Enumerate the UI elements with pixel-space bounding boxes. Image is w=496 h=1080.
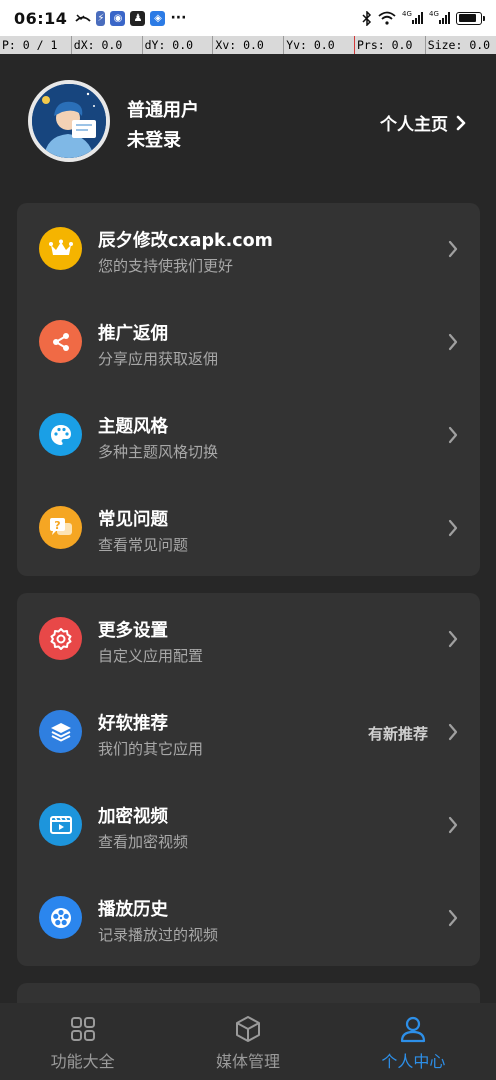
browser-icon: ◉ [110,10,126,26]
chevron-right-icon [456,115,466,130]
chevron-right-icon [448,519,458,537]
menu-card-2: 更多设置 自定义应用配置 好软推荐 我们的其它应用 有新推荐 加密视频 查看加密… [17,593,480,966]
pointer-cell: dX: 0.0 [70,36,142,54]
tab-label: 功能大全 [50,1052,115,1071]
menu-item-title: 好软推荐 [98,714,168,734]
status-left-icons: ⚡ ◉ ♟ ◈ ··· [75,10,186,26]
menu-item-faq[interactable]: ? 常见问题 查看常见问题 [17,482,480,575]
crown-icon [39,227,82,270]
chevron-right-icon [448,630,458,648]
settings-icon [39,617,82,660]
status-right-icons: 4G 4G [362,10,485,26]
signal-2-icon: 4G [429,10,450,24]
menu-item-subtitle: 查看加密视频 [98,833,189,851]
login-state[interactable]: 未登录 [127,126,181,152]
chevron-right-icon [448,333,458,351]
battery-icon [456,11,485,25]
chevron-right-icon [448,723,458,741]
homepage-link[interactable]: 个人主页 [380,110,466,135]
avatar-illustration-icon [32,84,106,158]
menu-item-play-history[interactable]: 播放历史 记录播放过的视频 [17,872,480,965]
pointer-location-bar: P: 0 / 1 dX: 0.0 dY: 0.0 Xv: 0.0 Yv: 0.0… [0,36,496,54]
chevron-right-icon [448,816,458,834]
menu-item-referral[interactable]: 推广返佣 分享应用获取返佣 [17,296,480,389]
pointer-cell: Yv: 0.0 [283,36,354,54]
tab-features[interactable]: 功能大全 [0,1003,165,1080]
person-icon [401,1016,426,1043]
film-reel-icon [39,896,82,939]
chevron-right-icon [448,909,458,927]
menu-item-settings[interactable]: 更多设置 自定义应用配置 [17,593,480,686]
pointer-cell: P: 0 / 1 [2,38,58,52]
status-time: 06:14 [14,8,68,28]
tab-label: 媒体管理 [215,1052,280,1071]
menu-item-subtitle: 我们的其它应用 [98,740,204,758]
menu-item-title: 常见问题 [98,510,168,530]
menu-item-theme[interactable]: 主题风格 多种主题风格切换 [17,389,480,482]
menu-item-title: 更多设置 [98,621,168,641]
pointer-cell: Xv: 0.0 [212,36,283,54]
menu-item-subtitle: 您的支持使我们更好 [98,257,234,275]
pointer-cell: dY: 0.0 [141,36,213,54]
menu-item-subtitle: 多种主题风格切换 [98,443,219,461]
pointer-cell: Size: 0.0 [424,36,496,54]
cube-icon [235,1016,260,1042]
menu-item-recommend[interactable]: 好软推荐 我们的其它应用 有新推荐 [17,686,480,779]
signal-1-icon: 4G [402,10,423,24]
profile-header[interactable]: 普通用户 未登录 个人主页 [0,72,496,172]
menu-item-subtitle: 查看常见问题 [98,536,189,554]
username: 普通用户 [127,100,199,121]
grid-icon [70,1017,95,1041]
menu-item-title: 加密视频 [98,807,168,827]
qq-icon: ♟ [130,10,146,26]
menu-card-1: 辰夕修改cxapk.com 您的支持使我们更好 推广返佣 分享应用获取返佣 主题… [17,203,480,576]
wifi-icon [378,11,396,25]
more-notifications-icon: ··· [170,10,187,26]
shield-app-icon: ◈ [150,10,166,26]
network-type-1: 4G [402,10,412,18]
new-recommend-badge: 有新推荐 [367,725,428,743]
svg-text:?: ? [54,519,60,532]
pointer-cell: Prs: 0.0 [353,36,425,54]
menu-item-support[interactable]: 辰夕修改cxapk.com 您的支持使我们更好 [17,203,480,296]
missed-call-icon [75,14,92,22]
tab-profile[interactable]: 个人中心 [331,1003,496,1080]
palette-icon [39,413,82,456]
bluetooth-icon [362,10,372,26]
chevron-right-icon [448,426,458,444]
layers-icon [39,710,82,753]
question-icon: ? [39,506,82,549]
share-icon [39,320,82,363]
status-bar: 06:14 ⚡ ◉ ♟ ◈ ··· 4G 4G [0,0,496,36]
menu-item-title: 推广返佣 [98,324,168,344]
menu-item-subtitle: 分享应用获取返佣 [98,350,219,368]
network-type-2: 4G [429,10,439,18]
avatar[interactable] [28,80,110,162]
tab-label: 个人中心 [381,1052,446,1071]
menu-item-title: 播放历史 [98,900,168,920]
video-icon [39,803,82,846]
menu-item-encrypted-video[interactable]: 加密视频 查看加密视频 [17,779,480,872]
bottom-navigation: 功能大全 媒体管理 个人中心 [0,1003,496,1080]
menu-item-subtitle: 自定义应用配置 [98,647,204,665]
chevron-right-icon [448,240,458,258]
tab-media[interactable]: 媒体管理 [165,1003,330,1080]
menu-item-title: 辰夕修改cxapk.com [98,231,273,251]
menu-item-subtitle: 记录播放过的视频 [98,926,219,944]
homepage-label: 个人主页 [380,115,448,135]
menu-item-title: 主题风格 [98,417,168,437]
battery-saver-icon: ⚡ [96,10,106,26]
